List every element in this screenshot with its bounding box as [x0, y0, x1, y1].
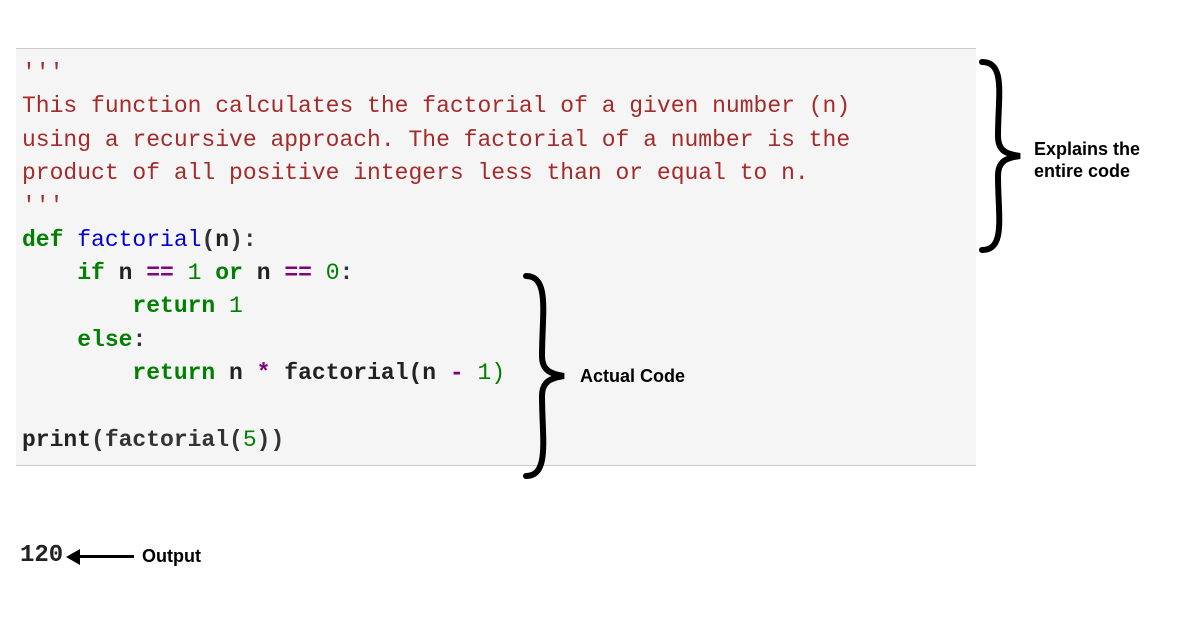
brace-explains-icon	[976, 56, 1028, 256]
output-value: 120	[20, 542, 63, 569]
print-call: print	[22, 427, 91, 453]
annotation-output: Output	[142, 546, 201, 568]
docstring-open: '''	[22, 60, 63, 86]
paren-close: ):	[229, 227, 257, 253]
kw-if: if	[77, 260, 105, 286]
paren-open: (	[201, 227, 215, 253]
annotation-explains: Explains the entire code	[1034, 139, 1140, 182]
docstring-line3: product of all positive integers less th…	[22, 160, 809, 186]
arrow-line-icon	[72, 555, 134, 558]
fn-name: factorial	[63, 227, 201, 253]
kw-def: def	[22, 227, 63, 253]
param: n	[215, 227, 229, 253]
docstring-line1: This function calculates the factorial o…	[22, 93, 850, 119]
code-block: ''' This function calculates the factori…	[16, 48, 976, 466]
annotation-actual-code: Actual Code	[580, 366, 685, 388]
code-content: ''' This function calculates the factori…	[22, 57, 976, 457]
docstring-close: '''	[22, 193, 63, 219]
kw-else: else	[77, 327, 132, 353]
docstring-line2: using a recursive approach. The factoria…	[22, 127, 850, 153]
